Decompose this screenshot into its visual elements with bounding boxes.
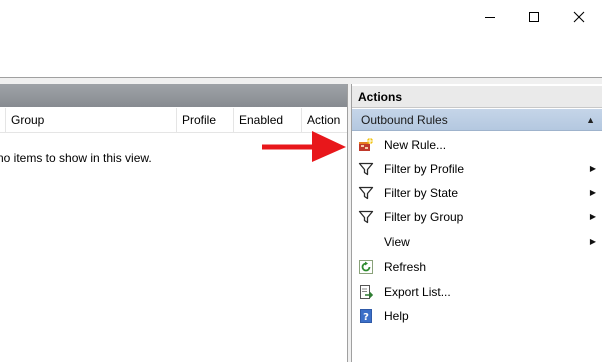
submenu-arrow-icon: ▶ — [589, 237, 596, 246]
submenu-arrow-icon: ▶ — [589, 212, 596, 221]
filter-icon — [358, 162, 374, 176]
toolbar — [0, 56, 602, 78]
refresh-icon — [359, 260, 373, 274]
action-view[interactable]: View ▶ — [352, 230, 602, 254]
action-filter-by-group[interactable]: Filter by Group ▶ — [352, 205, 602, 229]
close-icon — [573, 11, 585, 22]
submenu-arrow-icon: ▶ — [589, 188, 596, 197]
outbound-rules-section[interactable]: Outbound Rules ▲ — [352, 109, 602, 131]
main-frame: Group Profile Enabled Action no items to… — [0, 78, 602, 362]
close-button[interactable] — [556, 0, 602, 33]
actions-pane-title: Actions — [352, 86, 602, 108]
rules-pane-header — [0, 84, 347, 107]
action-label: Refresh — [384, 260, 427, 274]
filter-icon — [358, 186, 374, 200]
menu-bar — [0, 33, 602, 57]
help-icon: ? — [360, 309, 372, 323]
submenu-arrow-icon: ▶ — [589, 164, 596, 173]
action-label: Filter by Profile — [384, 162, 465, 176]
maximize-icon — [529, 11, 539, 22]
new-rule-icon — [359, 138, 373, 151]
minimize-button[interactable] — [467, 0, 513, 33]
action-label: Export List... — [384, 285, 451, 299]
title-bar — [0, 0, 602, 33]
column-header-group[interactable]: Group — [5, 108, 176, 132]
action-refresh[interactable]: Refresh — [352, 255, 602, 279]
svg-text:?: ? — [363, 312, 369, 323]
actions-pane: Actions Outbound Rules ▲ New Rule... Fil… — [351, 84, 602, 362]
column-header-profile[interactable]: Profile — [176, 108, 233, 132]
action-label: View — [384, 235, 410, 249]
action-new-rule[interactable]: New Rule... — [352, 133, 602, 157]
rules-pane: Group Profile Enabled Action no items to… — [0, 84, 348, 362]
section-title: Outbound Rules — [361, 113, 448, 127]
action-filter-by-state[interactable]: Filter by State ▶ — [352, 181, 602, 205]
action-label: Filter by Group — [384, 210, 464, 224]
collapse-up-icon[interactable]: ▲ — [586, 109, 595, 131]
maximize-button[interactable] — [511, 0, 557, 33]
action-filter-by-profile[interactable]: Filter by Profile ▶ — [352, 157, 602, 181]
action-help[interactable]: ? Help — [352, 304, 602, 328]
action-label: New Rule... — [384, 138, 447, 152]
red-arrow-annotation — [262, 131, 346, 162]
minimize-icon — [485, 16, 495, 18]
action-label: Filter by State — [384, 186, 459, 200]
empty-list-message: no items to show in this view. — [0, 151, 152, 165]
filter-icon — [358, 210, 374, 224]
action-export-list[interactable]: Export List... — [352, 280, 602, 304]
action-label: Help — [384, 309, 409, 323]
export-icon — [360, 285, 374, 299]
